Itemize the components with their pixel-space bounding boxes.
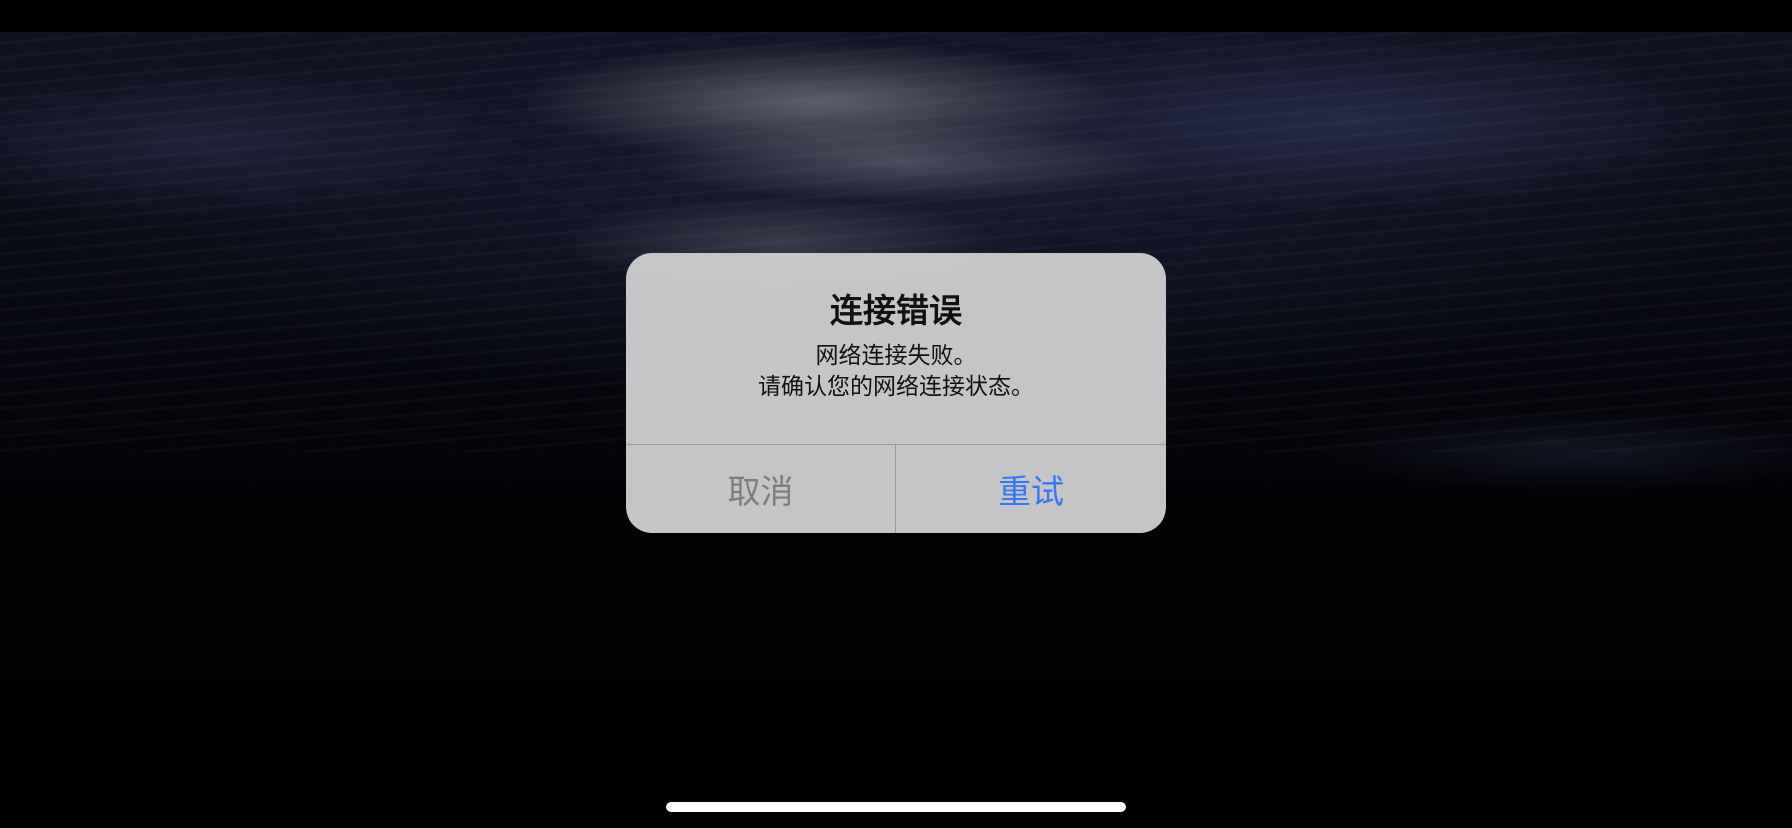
cancel-button[interactable]: 取消 [626, 445, 895, 533]
home-indicator[interactable] [666, 802, 1126, 812]
connection-error-alert: 连接错误 网络连接失败。 请确认您的网络连接状态。 取消 重试 [626, 253, 1166, 533]
alert-message-line-2: 请确认您的网络连接状态。 [758, 374, 1034, 400]
alert-message: 网络连接失败。 请确认您的网络连接状态。 [626, 341, 1166, 403]
alert-title: 连接错误 [830, 291, 962, 330]
alert-content: 连接错误 网络连接失败。 请确认您的网络连接状态。 [626, 253, 1166, 444]
app-screen: 连接错误 网络连接失败。 请确认您的网络连接状态。 取消 重试 [0, 0, 1792, 828]
retry-button[interactable]: 重试 [896, 445, 1166, 533]
alert-message-line-1: 网络连接失败。 [815, 343, 977, 369]
